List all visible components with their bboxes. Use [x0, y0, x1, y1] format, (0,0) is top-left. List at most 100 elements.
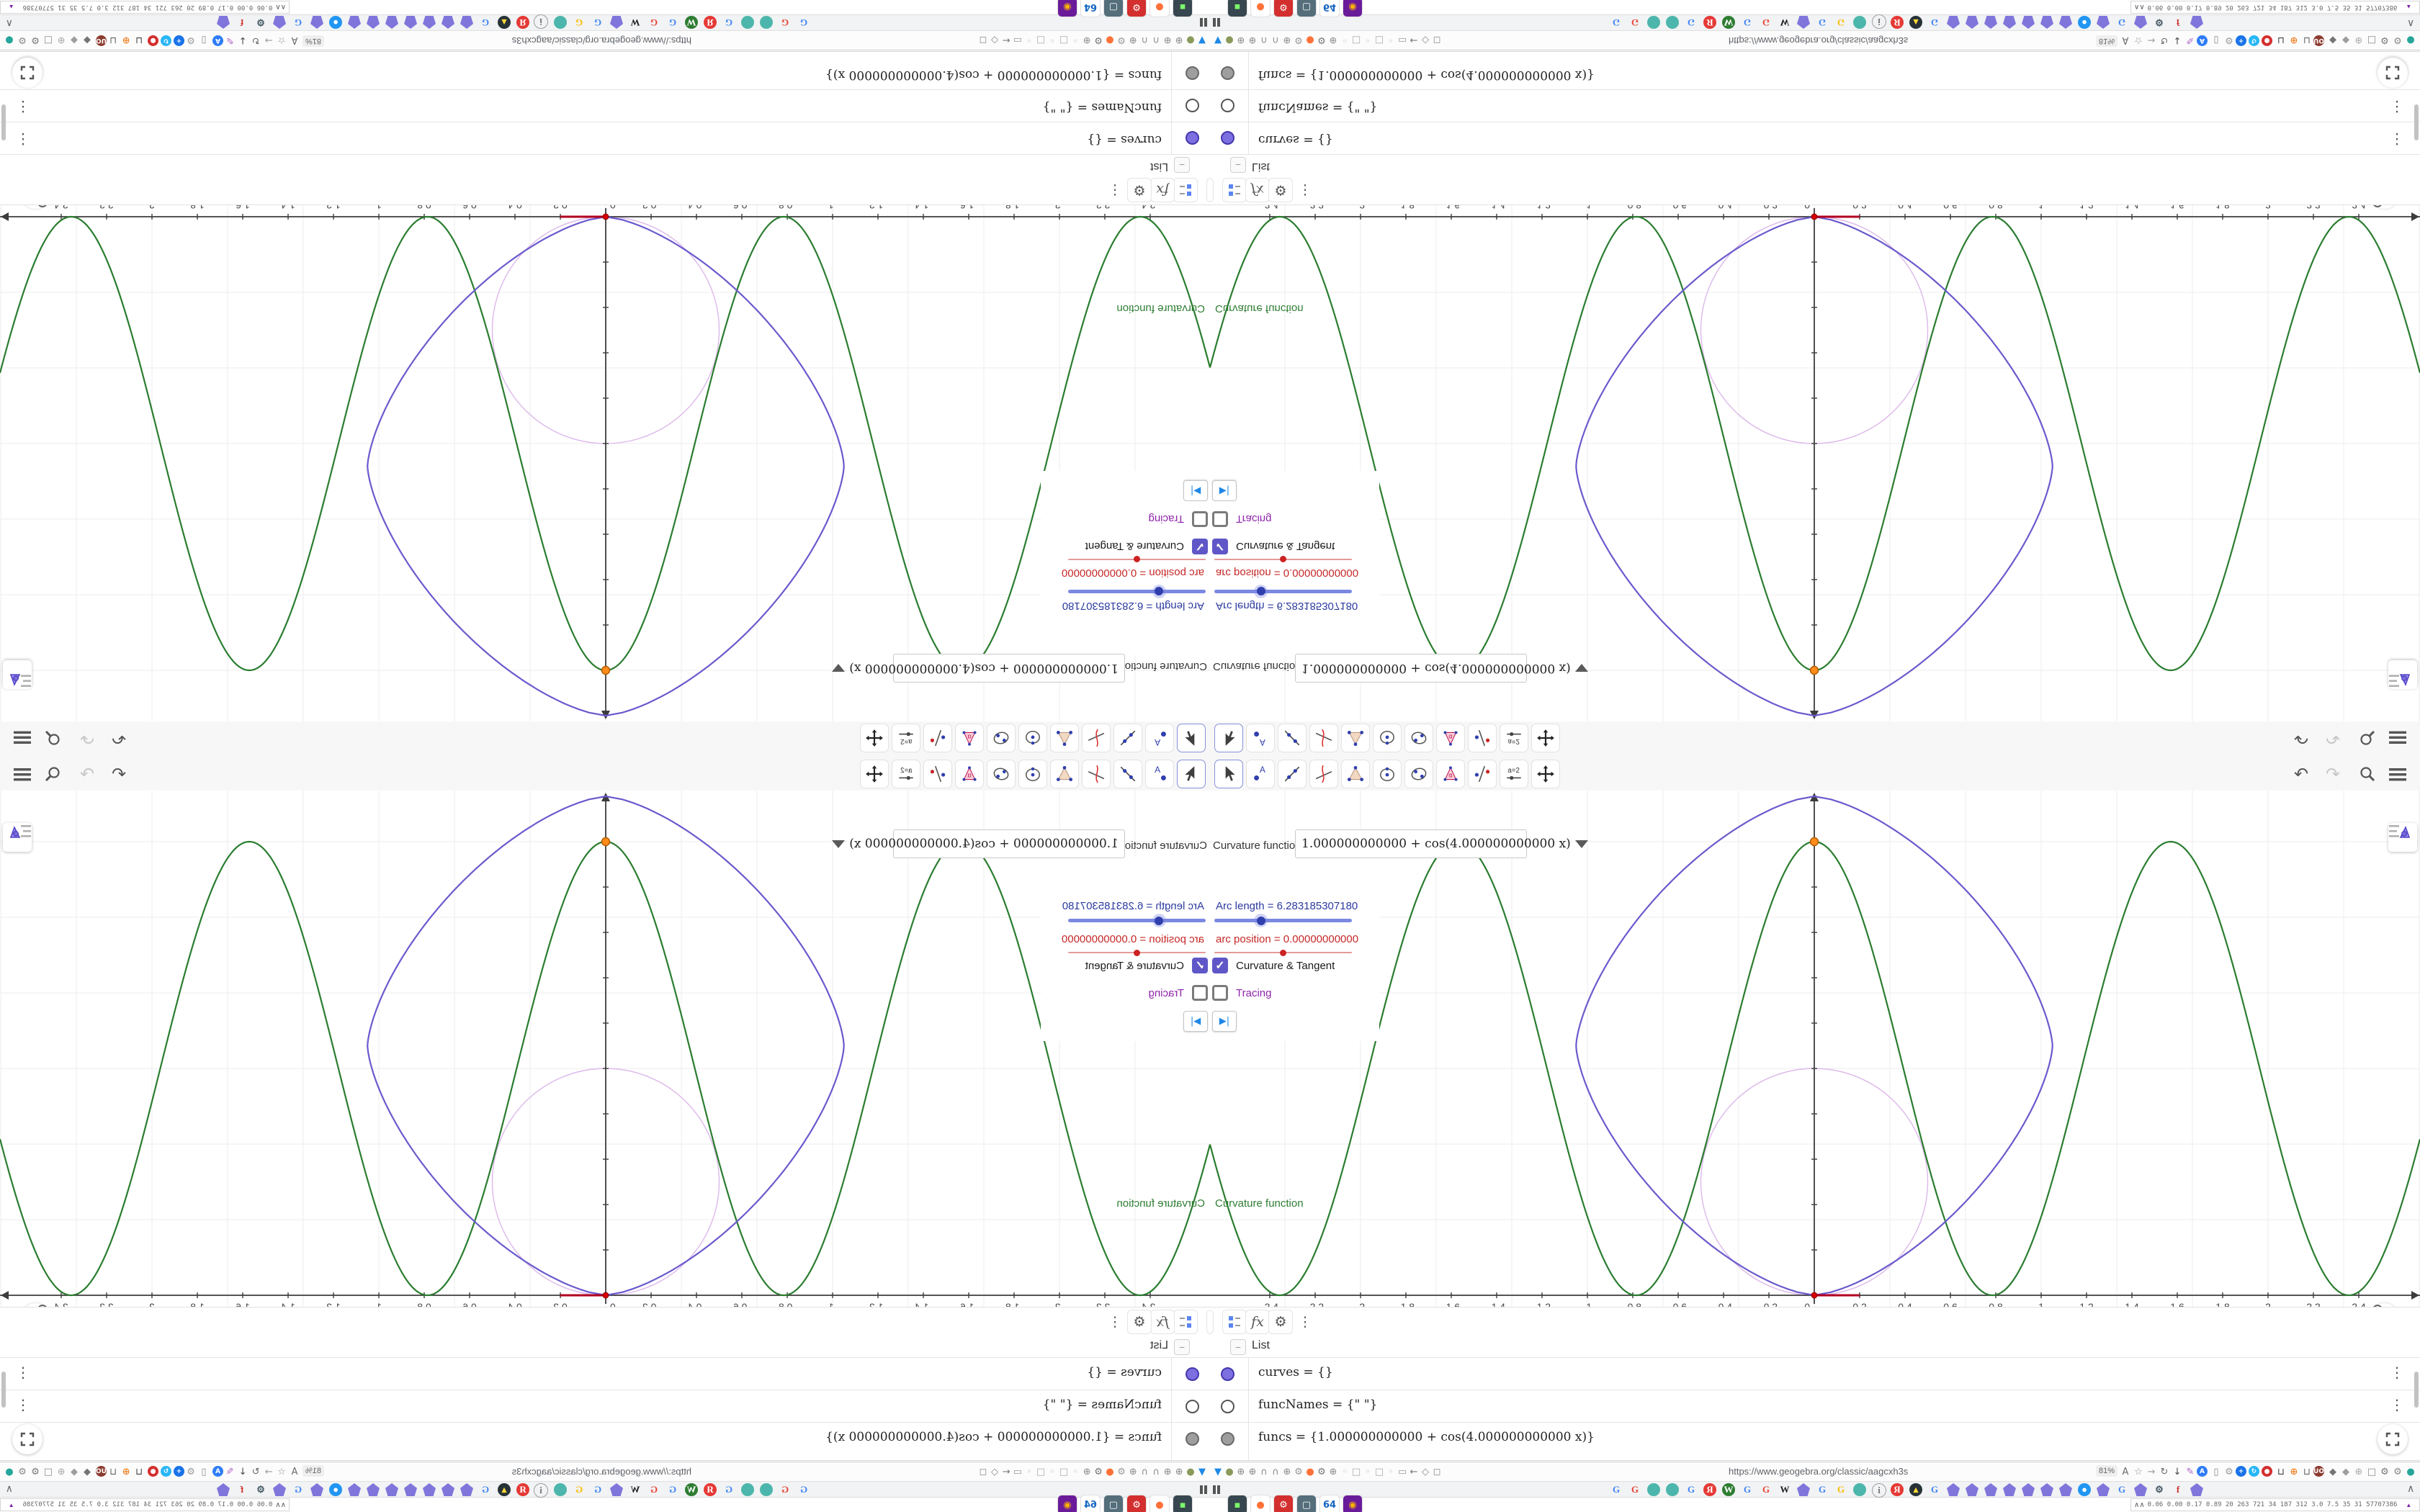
fx-button[interactable]: fx [1245, 178, 1270, 202]
headset-icon[interactable]: ∩ [1270, 1462, 1281, 1481]
fullscreen-button[interactable] [12, 58, 42, 88]
geogebra-tab[interactable] [217, 1483, 230, 1496]
arc-position-knob[interactable] [1280, 556, 1286, 563]
dot-icon[interactable]: ◦ [1047, 31, 1058, 50]
wrench-icon[interactable]: ⚙ [1293, 31, 1304, 50]
visibility-toggle[interactable] [1221, 66, 1234, 80]
algebra-style-button[interactable] [1222, 178, 1247, 202]
algebra-style-button[interactable] [1222, 1310, 1247, 1334]
firefox-icon[interactable]: ● [1104, 31, 1116, 50]
pin-icon[interactable]: ▼ [1196, 31, 1208, 50]
star-icon[interactable]: ☆ [2132, 31, 2145, 50]
trash-icon[interactable]: ⊔ [133, 1462, 145, 1481]
shield-icon[interactable]: ◆ [2339, 31, 2352, 50]
intersect-tool[interactable] [1309, 760, 1338, 788]
image-tab[interactable]: ▴ [498, 1483, 511, 1496]
monitor-app-icon[interactable]: ▢ [1297, 0, 1316, 17]
wikipedia-tab[interactable]: W [629, 1483, 642, 1496]
geogebra-tab[interactable] [348, 16, 361, 29]
yandex-tab[interactable]: Я [1703, 16, 1716, 29]
google-tab[interactable]: G [292, 16, 305, 29]
algebra-style-button[interactable] [1173, 1310, 1198, 1334]
reflect-tool[interactable] [923, 724, 952, 752]
row-kebab-icon[interactable]: ⋮ [2390, 131, 2404, 148]
headset-icon[interactable]: ∩ [1258, 31, 1270, 50]
skip-end-button[interactable]: ▶| [1212, 1011, 1237, 1032]
yandex-tab[interactable]: Я [1891, 1483, 1904, 1496]
purple-app-icon[interactable]: ◉ [1058, 0, 1077, 17]
address-bar[interactable]: https://www.geogebra.org/classic/aagcxh3… [512, 35, 691, 46]
puzzle-icon[interactable]: □ [42, 31, 55, 50]
gear-icon[interactable]: ⚙ [184, 31, 197, 50]
sphere-tab[interactable] [1647, 16, 1660, 29]
geogebra-tab[interactable] [2134, 16, 2147, 29]
download-icon[interactable]: ↓ [236, 1462, 249, 1481]
trash-shield-icon[interactable]: ⊔ [107, 1462, 120, 1481]
star-icon[interactable]: ☆ [275, 1462, 288, 1481]
reload-icon[interactable]: ↻ [2158, 1462, 2171, 1481]
globe-orange-icon[interactable]: ⊕ [2287, 1462, 2300, 1481]
collapse-button[interactable]: − [1174, 157, 1190, 173]
floppy64-app-icon[interactable]: 64 [1320, 0, 1339, 17]
yandex-tab[interactable]: Я [704, 16, 717, 29]
fullscreen-button[interactable] [2378, 58, 2408, 88]
geogebra-tab[interactable] [2097, 1483, 2110, 1496]
headset-icon[interactable]: ∩ [1258, 1462, 1270, 1481]
google-tab[interactable]: G [647, 1483, 660, 1496]
add-icon[interactable]: + [174, 35, 184, 46]
circle-tool[interactable] [1373, 724, 1402, 752]
sphere-tab[interactable] [741, 16, 754, 29]
chevron-up-icon[interactable]: ∧ [6, 17, 13, 29]
dot-icon[interactable]: ◦ [1023, 31, 1035, 50]
trash-icon[interactable]: ⊔ [133, 31, 145, 50]
mouse-icon[interactable]: ▯ [197, 1462, 210, 1481]
google-tab[interactable]: G [1685, 1483, 1698, 1496]
scrollbar-thumb[interactable] [2414, 104, 2419, 140]
geogebra-tab[interactable] [610, 1483, 623, 1496]
geogebra-tab[interactable] [423, 1483, 436, 1496]
back-arrow-icon[interactable]: ← [1408, 1462, 1420, 1481]
firefox-icon[interactable]: ● [1104, 1462, 1116, 1481]
icp-badge-icon[interactable]: ● [2262, 35, 2272, 46]
yandex-tab[interactable]: Я [1891, 16, 1904, 29]
address-bar[interactable]: https://www.geogebra.org/classic/aagcxh3… [512, 1466, 691, 1477]
point-tool[interactable]: A [1145, 724, 1174, 752]
gear-tab[interactable]: ⚙ [254, 16, 267, 29]
visibility-toggle[interactable] [1221, 131, 1234, 145]
gear-icon[interactable]: ⚙ [1093, 1462, 1104, 1481]
stylebar-kebab-button[interactable]: ⋮ [1103, 1310, 1127, 1334]
reload-icon[interactable]: ↻ [2158, 31, 2171, 50]
fx-button[interactable]: fx [1150, 1310, 1175, 1334]
visibility-toggle[interactable] [1186, 131, 1199, 145]
move-tool[interactable] [1177, 724, 1206, 752]
google-tab[interactable]: G [1628, 1483, 1641, 1496]
geogebra-tab[interactable] [310, 16, 323, 29]
purple-app-icon[interactable]: ◉ [1058, 1495, 1077, 1512]
geogebra-tab[interactable] [404, 1483, 417, 1496]
trash-icon[interactable]: ⊔ [2275, 1462, 2287, 1481]
line-tool[interactable] [1113, 724, 1142, 752]
row-kebab-icon[interactable]: ⋮ [2390, 1396, 2404, 1413]
globe-icon[interactable]: ⊕ [1127, 31, 1139, 50]
visibility-toggle[interactable] [1186, 99, 1199, 112]
geogebra-tab[interactable] [460, 1483, 473, 1496]
gear-icon[interactable]: ⚙ [2223, 31, 2236, 50]
graphics-stylebar-toggle[interactable] [3, 823, 32, 852]
list-row-funcs[interactable]: funcs = {1.000000000000 + cos(4.00000000… [0, 1422, 1210, 1455]
google-tab[interactable]: G [1928, 1483, 1941, 1496]
wrench-icon[interactable]: ⚙ [1116, 31, 1127, 50]
trash-shield-icon[interactable]: ⊔ [107, 31, 120, 50]
circle-tool[interactable] [1018, 724, 1047, 752]
google-tab[interactable]: G [479, 16, 492, 29]
graphics-stylebar-toggle[interactable] [3, 660, 32, 689]
gear-icon[interactable]: ⚙ [184, 1462, 197, 1481]
google-tab[interactable]: G [1760, 1483, 1773, 1496]
google-tab[interactable]: G [779, 1483, 792, 1496]
firefox-app-icon[interactable]: ● [1251, 1495, 1270, 1512]
headset-icon[interactable]: ∩ [1139, 1462, 1150, 1481]
row-kebab-icon[interactable]: ⋮ [16, 99, 30, 116]
dot-icon[interactable]: ◦ [1023, 1462, 1035, 1481]
firefox-icon[interactable]: ● [1304, 1462, 1316, 1481]
list-row-curves[interactable]: curves = {} ⋮ [1210, 122, 2420, 155]
geogebra-tab[interactable] [2003, 1483, 2016, 1496]
